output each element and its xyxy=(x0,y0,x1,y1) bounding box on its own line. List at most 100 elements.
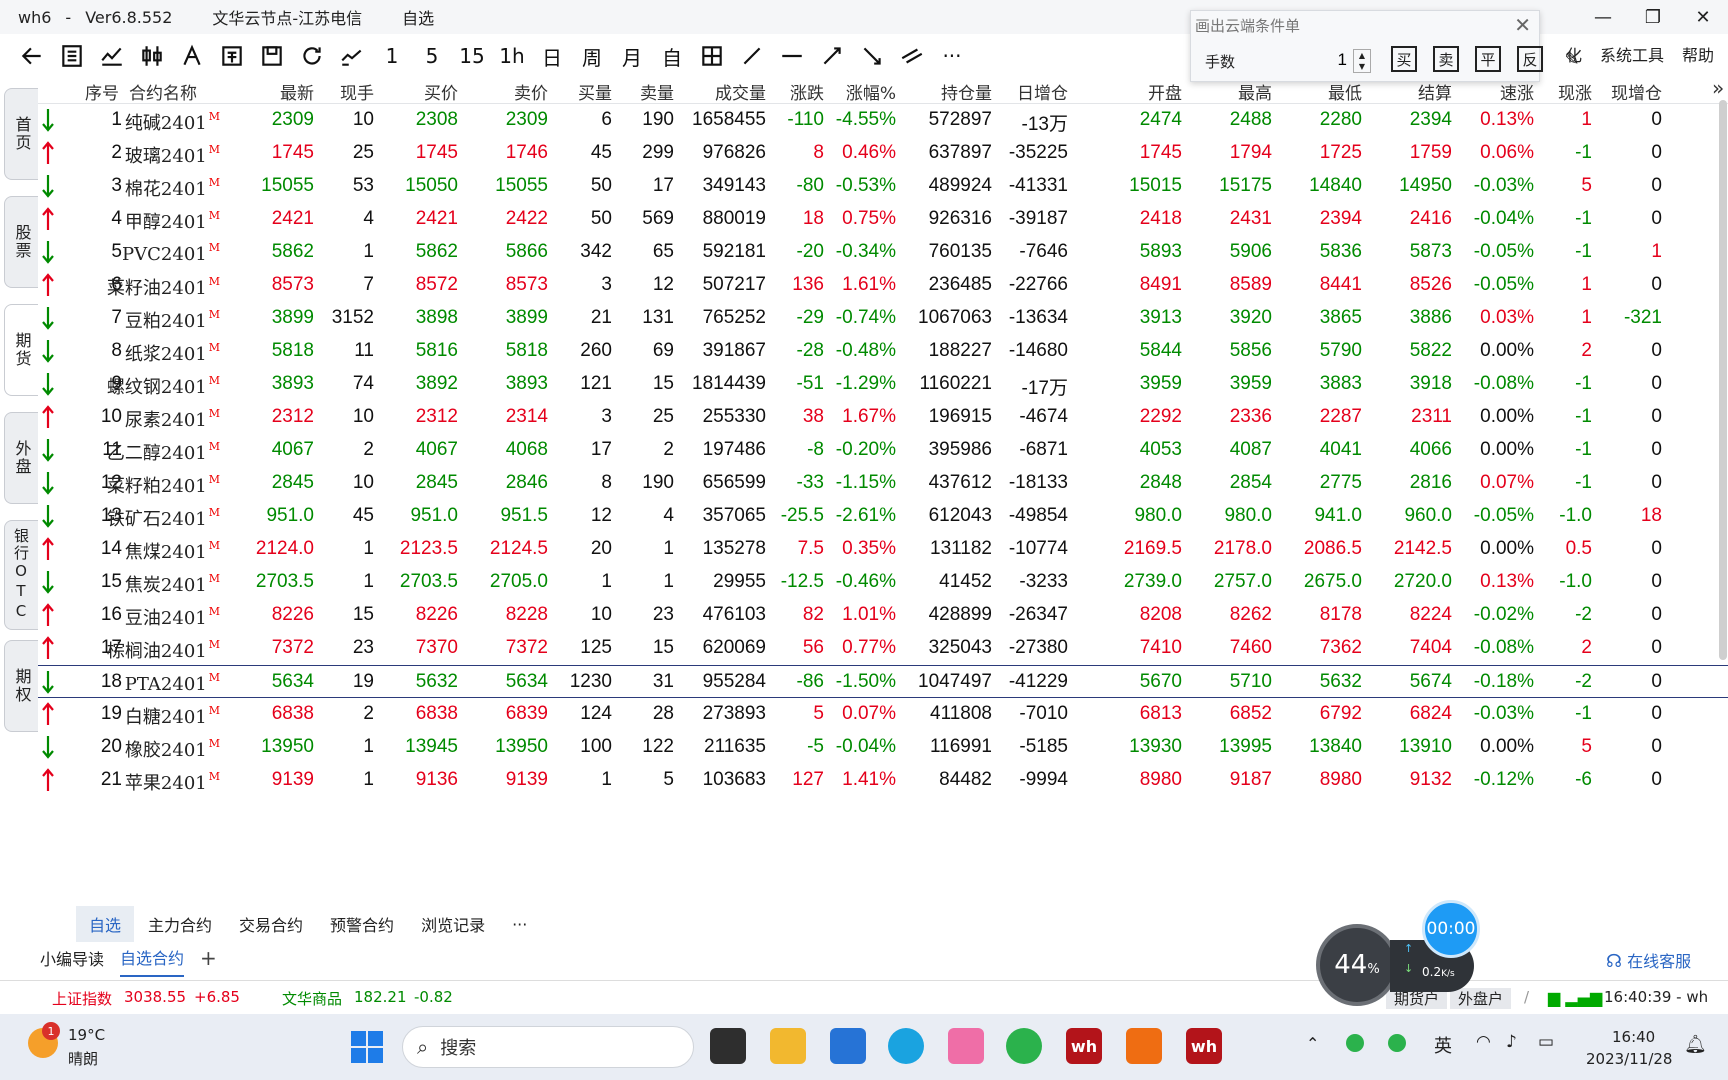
table-row[interactable]: 7 豆粕2401 M 3899 3152 3898 3899 21 131 765252 -29 -0… xyxy=(38,302,1728,335)
grid-icon[interactable] xyxy=(692,38,732,74)
down-ray-icon[interactable] xyxy=(852,38,892,74)
taskbar-time[interactable]: 16:40 xyxy=(1612,1028,1655,1046)
table-row[interactable]: 8 纸浆2401 M 5818 11 5816 5818 260 69 391867 -28 -0.4… xyxy=(38,335,1728,368)
close-button[interactable]: ✕ xyxy=(1678,0,1728,34)
period-custom-button[interactable]: 自 xyxy=(652,38,692,74)
index1-name[interactable]: 上证指数 xyxy=(52,988,112,1009)
battery-icon[interactable]: ▭ xyxy=(1538,1032,1554,1052)
table-row[interactable]: 3 棉花2401 M 15055 53 15050 15055 50 17 349143 -80 -0… xyxy=(38,170,1728,203)
line-chart-icon[interactable] xyxy=(92,38,132,74)
table-row[interactable]: 16 豆油2401 M 8226 15 8226 8228 10 23 476103 82 1.01%… xyxy=(38,599,1728,632)
period-week-button[interactable]: 周 xyxy=(572,38,612,74)
wechat-icon[interactable] xyxy=(1006,1028,1042,1064)
tab-history[interactable]: 浏览记录 xyxy=(408,906,498,942)
table-row[interactable]: 20 橡胶2401 M 13950 1 13945 13950 100 122 211635 -5-… xyxy=(38,731,1728,764)
table-row[interactable]: 11 乙二醇2401 M 4067 2 4067 4068 17 2 197486 -8 -0.20%… xyxy=(38,434,1728,467)
header-col-speed[interactable]: 速涨 xyxy=(1454,79,1534,104)
header-col-last[interactable]: 最新 xyxy=(244,79,314,104)
wifi-icon[interactable]: ◠ xyxy=(1476,1032,1491,1052)
buy-button[interactable]: 买 xyxy=(1391,46,1417,72)
file-explorer-icon[interactable] xyxy=(770,1028,806,1064)
table-row[interactable]: 15 焦炭2401 M 2703.5 1 2703.5 2705.0 1 1 29955 -12.5… xyxy=(38,566,1728,599)
side-tab-stocks[interactable]: 股票 xyxy=(4,196,38,288)
side-tab-home[interactable]: 首页 xyxy=(4,88,38,180)
header-col-now-change[interactable]: 现涨 xyxy=(1536,79,1592,104)
menu-system-tools[interactable]: 系统工具 xyxy=(1600,42,1664,66)
period-month-button[interactable]: 月 xyxy=(612,38,652,74)
maximize-button[interactable]: ❐ xyxy=(1628,0,1678,34)
table-row[interactable]: 12 菜籽粕2401 M 2845 10 2845 2846 8 190 656599 -33 -1.… xyxy=(38,467,1728,500)
photos-icon[interactable] xyxy=(948,1028,984,1064)
header-col-settle[interactable]: 结算 xyxy=(1368,79,1452,104)
header-col-bid[interactable]: 买价 xyxy=(378,79,458,104)
tab-more[interactable]: ··· xyxy=(499,909,540,940)
menu-help[interactable]: 帮助 xyxy=(1682,42,1714,66)
table-row[interactable]: 14 焦煤2401 M 2124.0 1 2123.5 2124.5 20 1 135278 7.5… xyxy=(38,533,1728,566)
sub-tab-guide[interactable]: 小编导读 xyxy=(40,946,104,976)
timer-widget[interactable]: 00:00 xyxy=(1422,900,1480,958)
header-col-oi-day[interactable]: 日增仓 xyxy=(992,79,1068,104)
add-tab-button[interactable]: + xyxy=(200,946,217,970)
period-1m-button[interactable]: 1 xyxy=(372,38,412,74)
table-row[interactable]: 13 铁矿石2401 M 951.0 45 951.0 951.5 12 4 357065 -25.… xyxy=(38,500,1728,533)
side-tab-options[interactable]: 期权 xyxy=(4,640,38,732)
index2-name[interactable]: 文华商品 xyxy=(282,988,342,1009)
wh6-app-icon-2[interactable]: wh xyxy=(1186,1028,1222,1064)
close-position-button[interactable]: 平 xyxy=(1475,46,1501,72)
header-col-ask-qty[interactable]: 卖量 xyxy=(618,79,674,104)
parallel-line-icon[interactable] xyxy=(892,38,932,74)
pen-icon[interactable]: ✎ xyxy=(1559,46,1585,72)
period-day-button[interactable]: 日 xyxy=(532,38,572,74)
indicator-icon[interactable] xyxy=(332,38,372,74)
tray-wechat-icon-2[interactable] xyxy=(1388,1034,1406,1052)
tray-expand-icon[interactable]: ⌃ xyxy=(1306,1034,1319,1053)
header-col-now-oi[interactable]: 现增仓 xyxy=(1594,79,1662,104)
cpu-gauge[interactable]: 44% xyxy=(1316,924,1398,1006)
edge-icon[interactable] xyxy=(888,1028,924,1064)
tab-trading-contracts[interactable]: 交易合约 xyxy=(226,906,316,942)
table-row[interactable]: 4 甲醇2401 M 2421 4 2421 2422 50 569 880019 18 0.75% 9… xyxy=(38,203,1728,236)
qty-stepper[interactable]: ▲ ▼ xyxy=(1353,49,1371,73)
chart-app-icon[interactable] xyxy=(1126,1028,1162,1064)
tab-watchlist[interactable]: 自选 xyxy=(76,906,135,942)
draw-line-icon[interactable] xyxy=(732,38,772,74)
wh6-app-icon[interactable]: wh xyxy=(1066,1028,1102,1064)
header-col-bid-qty[interactable]: 买量 xyxy=(556,79,612,104)
column-overflow-icon[interactable]: » xyxy=(1712,76,1724,100)
taskbar-date[interactable]: 2023/11/28 xyxy=(1586,1050,1672,1068)
header-col-vol-now[interactable]: 现手 xyxy=(314,79,374,104)
volume-icon[interactable]: ♪ xyxy=(1506,1032,1517,1052)
table-row[interactable]: 19 白糖2401 M 6838 2 6838 6839 124 28 273893 5 0.07% 4… xyxy=(38,698,1728,731)
foreign-account-button[interactable]: 外盘户 xyxy=(1450,988,1512,1009)
refresh-icon[interactable] xyxy=(292,38,332,74)
header-col-change[interactable]: 涨跌 xyxy=(764,79,824,104)
horizontal-line-icon[interactable] xyxy=(772,38,812,74)
more-tools-icon[interactable]: ··· xyxy=(932,38,972,74)
header-col-pct[interactable]: 涨幅% xyxy=(824,79,896,104)
sub-tab-watch-contracts[interactable]: 自选合约 xyxy=(120,945,185,977)
list-icon[interactable] xyxy=(52,38,92,74)
header-col-name[interactable]: 合约名称 xyxy=(106,79,220,104)
sell-button[interactable]: 卖 xyxy=(1433,46,1459,72)
header-col-open[interactable]: 开盘 xyxy=(1098,79,1182,104)
tab-main-contracts[interactable]: 主力合约 xyxy=(135,906,225,942)
input-language[interactable]: 英 xyxy=(1434,1032,1452,1058)
side-tab-bank-otc[interactable]: 银行OTC xyxy=(4,520,38,630)
task-view-icon[interactable] xyxy=(710,1028,746,1064)
reverse-button[interactable]: 反 xyxy=(1517,46,1543,72)
table-row[interactable]: 2 玻璃2401 M 1745 25 1745 1746 45 299 976826 8 0.46% 6… xyxy=(38,137,1728,170)
period-5m-button[interactable]: 5 xyxy=(412,38,452,74)
header-col-low[interactable]: 最低 xyxy=(1278,79,1362,104)
period-15m-button[interactable]: 15 xyxy=(452,38,492,74)
table-row[interactable]: 1 纯碱2401 M 2309 10 2308 2309 6 190 1658455 -110 -4.… xyxy=(38,104,1728,137)
table-row[interactable]: 6 菜籽油2401 M 8573 7 8572 8573 3 12 507217 136 1.61% 2… xyxy=(38,269,1728,302)
save-icon[interactable] xyxy=(252,38,292,74)
taskbar-search[interactable]: ⌕ 搜索 xyxy=(402,1026,694,1068)
vertical-scrollbar[interactable] xyxy=(1719,100,1727,660)
notification-bell-icon[interactable]: 🔔︎ xyxy=(1684,1034,1707,1055)
table-row[interactable]: 17 棕榈油2401 M 7372 23 7370 7372 125 15 620069 56 0.7… xyxy=(38,632,1728,665)
table-row[interactable]: 21 苹果2401 M 9139 1 9136 9139 1 5 103683 127 1.41% 84… xyxy=(38,764,1728,797)
minimize-button[interactable]: — xyxy=(1578,0,1628,34)
ray-icon[interactable] xyxy=(812,38,852,74)
header-col-ask[interactable]: 卖价 xyxy=(468,79,548,104)
